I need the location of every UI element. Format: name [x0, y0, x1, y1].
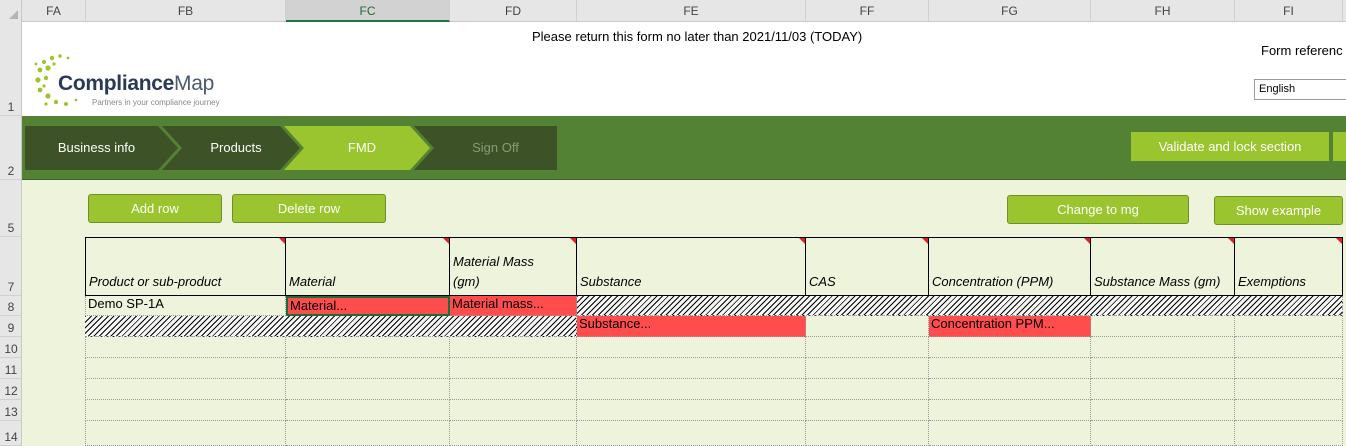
column-header-bar: FA FB FC FD FE FF FG FH FI [0, 0, 1346, 22]
change-to-mg-button[interactable]: Change to mg [1007, 195, 1189, 224]
col-header-fi[interactable]: FI [1235, 0, 1343, 22]
col-header-fg[interactable]: FG [929, 0, 1091, 22]
col-header-fa[interactable]: FA [22, 0, 86, 22]
table-cell[interactable] [806, 358, 929, 379]
row-header-14[interactable]: 14 [0, 421, 22, 446]
cell-substance-9[interactable]: Substance... [577, 316, 806, 337]
table-cell[interactable] [929, 358, 1091, 379]
row-header-10[interactable]: 10 [0, 337, 22, 358]
cell-cas-9[interactable] [806, 316, 929, 337]
show-example-button[interactable]: Show example [1214, 196, 1343, 225]
th-substance: Substance [577, 237, 806, 296]
validate-lock-button[interactable]: Validate and lock section [1131, 132, 1329, 161]
next-action-button[interactable] [1333, 132, 1346, 161]
return-deadline: Please return this form no later than 20… [532, 29, 863, 44]
table-cell[interactable] [1091, 379, 1235, 400]
row-header-11[interactable]: 11 [0, 358, 22, 379]
row-header-8[interactable]: 8 [0, 296, 22, 316]
progress-banner: Business info Products FMD Sign Off Vali… [22, 116, 1346, 180]
add-row-button[interactable]: Add row [88, 194, 222, 223]
row-header-7[interactable]: 7 [0, 237, 22, 296]
select-all-corner[interactable] [0, 0, 22, 22]
table-cell[interactable] [450, 337, 577, 358]
th-exemptions: Exemptions [1235, 237, 1343, 296]
form-reference-label: Form referenc [1261, 43, 1343, 58]
row-header-9[interactable]: 9 [0, 316, 22, 337]
logo-tagline: Partners in your compliance journey [92, 98, 220, 107]
form-header-row: ComplianceMap Partners in your complianc… [22, 22, 1346, 116]
step-sign-off[interactable]: Sign Off [434, 126, 557, 170]
table-cell[interactable] [806, 400, 929, 421]
step-fmd[interactable]: FMD [304, 126, 420, 170]
table-cell[interactable] [1091, 421, 1235, 446]
table-cell[interactable] [286, 379, 450, 400]
table-cell[interactable] [929, 400, 1091, 421]
table-cell[interactable] [85, 379, 286, 400]
table-cell[interactable] [85, 337, 286, 358]
table-cell[interactable] [929, 379, 1091, 400]
logo-wordmark: ComplianceMap [58, 72, 214, 95]
table-cell[interactable] [85, 358, 286, 379]
col-header-fe[interactable]: FE [577, 0, 806, 22]
delete-row-button[interactable]: Delete row [232, 194, 386, 223]
table-cell[interactable] [577, 379, 806, 400]
table-cell[interactable] [1235, 400, 1343, 421]
table-cell[interactable] [286, 421, 450, 446]
col-header-fb[interactable]: FB [86, 0, 286, 22]
table-cell[interactable] [1091, 337, 1235, 358]
row-header-2[interactable]: 2 [0, 116, 22, 180]
cell-concentration-9[interactable]: Concentration PPM... [929, 316, 1091, 337]
table-cell[interactable] [806, 379, 929, 400]
row-header-5[interactable]: 5 [0, 180, 22, 237]
row-header-1[interactable]: 1 [0, 22, 22, 116]
th-concentration: Concentration (PPM) [929, 237, 1091, 296]
table-cell[interactable] [286, 358, 450, 379]
cell-exemptions-9[interactable] [1235, 316, 1343, 337]
table-cell[interactable] [1091, 400, 1235, 421]
table-cell[interactable] [286, 400, 450, 421]
table-cell[interactable] [1235, 337, 1343, 358]
row-header-13[interactable]: 13 [0, 400, 22, 421]
table-cell[interactable] [577, 421, 806, 446]
table-cell[interactable] [1235, 358, 1343, 379]
cell-material-8[interactable]: Material... [286, 296, 450, 316]
cell-product-8[interactable]: Demo SP-1A [85, 296, 286, 316]
compliance-map-logo: ComplianceMap Partners in your complianc… [26, 44, 226, 114]
language-select[interactable]: English [1254, 79, 1346, 100]
th-material-mass: Material Mass (gm) [450, 237, 577, 296]
table-cell[interactable] [1091, 358, 1235, 379]
table-cell[interactable] [929, 337, 1091, 358]
col-header-fd[interactable]: FD [450, 0, 577, 22]
th-cas: CAS [806, 237, 929, 296]
cell-material-mass-8[interactable]: Material mass... [450, 296, 577, 316]
col-header-fh[interactable]: FH [1091, 0, 1235, 22]
th-material: Material [286, 237, 450, 296]
th-product: Product or sub-product [85, 237, 286, 296]
table-cell[interactable] [85, 400, 286, 421]
col-header-fc[interactable]: FC [286, 0, 450, 22]
th-substance-mass: Substance Mass (gm) [1091, 237, 1235, 296]
cell-substance-mass-9[interactable] [1091, 316, 1235, 337]
table-cell[interactable] [286, 337, 450, 358]
table-cell[interactable] [1235, 421, 1343, 446]
table-cell[interactable] [450, 421, 577, 446]
hatched-row-8 [577, 296, 1343, 316]
col-header-ff[interactable]: FF [806, 0, 929, 22]
table-cell[interactable] [450, 379, 577, 400]
table-cell[interactable] [929, 421, 1091, 446]
table-cell[interactable] [577, 358, 806, 379]
step-products[interactable]: Products [182, 126, 290, 170]
table-cell[interactable] [450, 400, 577, 421]
row-header-12[interactable]: 12 [0, 379, 22, 400]
step-business-info[interactable]: Business info [25, 126, 168, 170]
table-cell[interactable] [806, 421, 929, 446]
table-cell[interactable] [85, 421, 286, 446]
table-cell[interactable] [806, 337, 929, 358]
table-cell[interactable] [1235, 379, 1343, 400]
table-cell[interactable] [577, 400, 806, 421]
table-cell[interactable] [450, 358, 577, 379]
hatched-row-9 [85, 316, 577, 337]
table-cell[interactable] [577, 337, 806, 358]
